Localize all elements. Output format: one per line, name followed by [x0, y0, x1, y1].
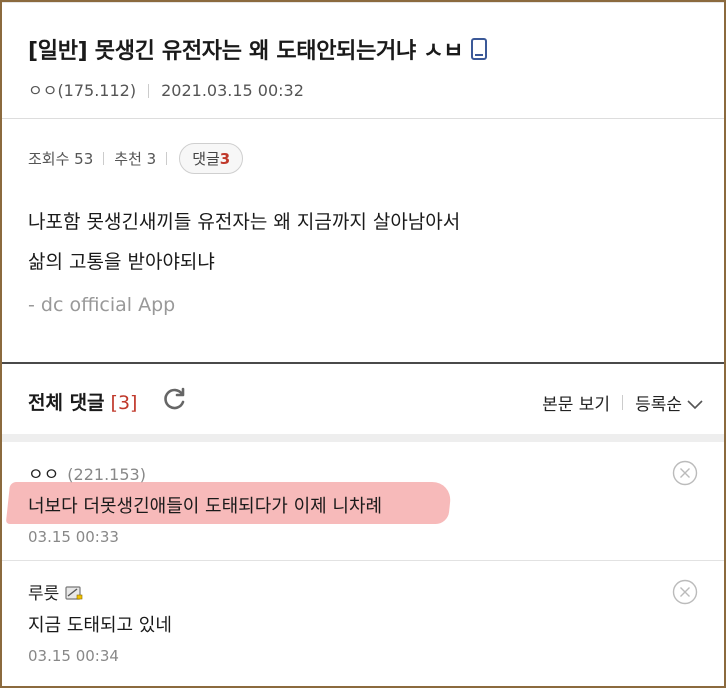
post-body: 나포함 못생긴새끼들 유전자는 왜 지금까지 살아남아서 삶의 고통을 받아야되… [28, 202, 460, 282]
comment-date: 03.15 00:33 [28, 528, 119, 546]
comments-title-count: [3] [110, 392, 138, 414]
post-date: 2021.03.15 00:32 [161, 81, 304, 100]
comments-title: 전체 댓글 [3] [28, 388, 137, 415]
meta-separator [148, 84, 150, 98]
comments-header: 전체 댓글 [3] 본문 보기 등록순 [2, 364, 724, 436]
comment-author-name[interactable]: ㅇㅇ [28, 465, 59, 485]
page-frame: [일반] 못생긴 유전자는 왜 도태안되는거냐 ㅅㅂ ㅇㅇ(175.112) 20… [0, 0, 726, 688]
sort-label: 등록순 [635, 395, 682, 415]
comments-controls: 본문 보기 등록순 [542, 390, 704, 415]
close-icon[interactable] [672, 579, 698, 605]
close-icon[interactable] [672, 460, 698, 486]
recommend-count: 추천 3 [114, 150, 157, 168]
post-author[interactable]: ㅇㅇ(175.112) [28, 81, 136, 100]
comments-title-text: 전체 댓글 [28, 392, 105, 414]
comment-author: ㅇㅇ (221.153) [28, 460, 146, 485]
stats-separator [103, 152, 105, 165]
view-body-button[interactable]: 본문 보기 [542, 390, 610, 415]
app-signature: - dc official App [28, 294, 176, 316]
post-header: [일반] 못생긴 유전자는 왜 도태안되는거냐 ㅅㅂ ㅇㅇ(175.112) 20… [2, 2, 724, 113]
views-count: 조회수 53 [28, 150, 94, 168]
divider [2, 118, 724, 119]
mobile-phone-icon [471, 38, 488, 60]
chevron-down-icon [687, 400, 703, 410]
comment-author-name[interactable]: 루릇 [28, 584, 59, 604]
mobile-badge-icon [65, 586, 83, 600]
comment-text: 너보다 더못생긴애들이 도태되다가 이제 니차례 [28, 496, 383, 517]
comment-pill-label: 댓글 [192, 150, 220, 168]
comment-item: ㅇㅇ (221.153) 너보다 더못생긴애들이 도태되다가 이제 니차례 03.… [2, 442, 724, 561]
comment-pill-count: 3 [219, 150, 231, 168]
post-title-text: [일반] 못생긴 유전자는 왜 도태안되는거냐 ㅅㅂ [28, 39, 464, 64]
comment-author: 루릇 [28, 579, 83, 604]
comment-count-button[interactable]: 댓글3 [179, 143, 244, 174]
comment-date: 03.15 00:34 [28, 647, 119, 665]
refresh-icon[interactable] [162, 386, 188, 412]
post-stats: 조회수 53 추천 3 댓글3 [28, 143, 244, 174]
comment-author-ip: (221.153) [67, 465, 146, 484]
sort-dropdown[interactable]: 등록순 [635, 390, 704, 415]
controls-separator [622, 395, 624, 410]
section-spacer [2, 434, 724, 442]
comment-text: 지금 도태되고 있네 [28, 615, 172, 636]
post-body-line: 삶의 고통을 받아야되냐 [28, 251, 215, 273]
stats-separator [166, 152, 168, 165]
comment-item: 루릇 지금 도태되고 있네 03.15 00:34 [2, 561, 724, 686]
post-body-line: 나포함 못생긴새끼들 유전자는 왜 지금까지 살아남아서 [28, 211, 461, 233]
post-meta: ㅇㅇ(175.112) 2021.03.15 00:32 [28, 77, 304, 101]
post-title: [일반] 못생긴 유전자는 왜 도태안되는거냐 ㅅㅂ [28, 33, 488, 65]
